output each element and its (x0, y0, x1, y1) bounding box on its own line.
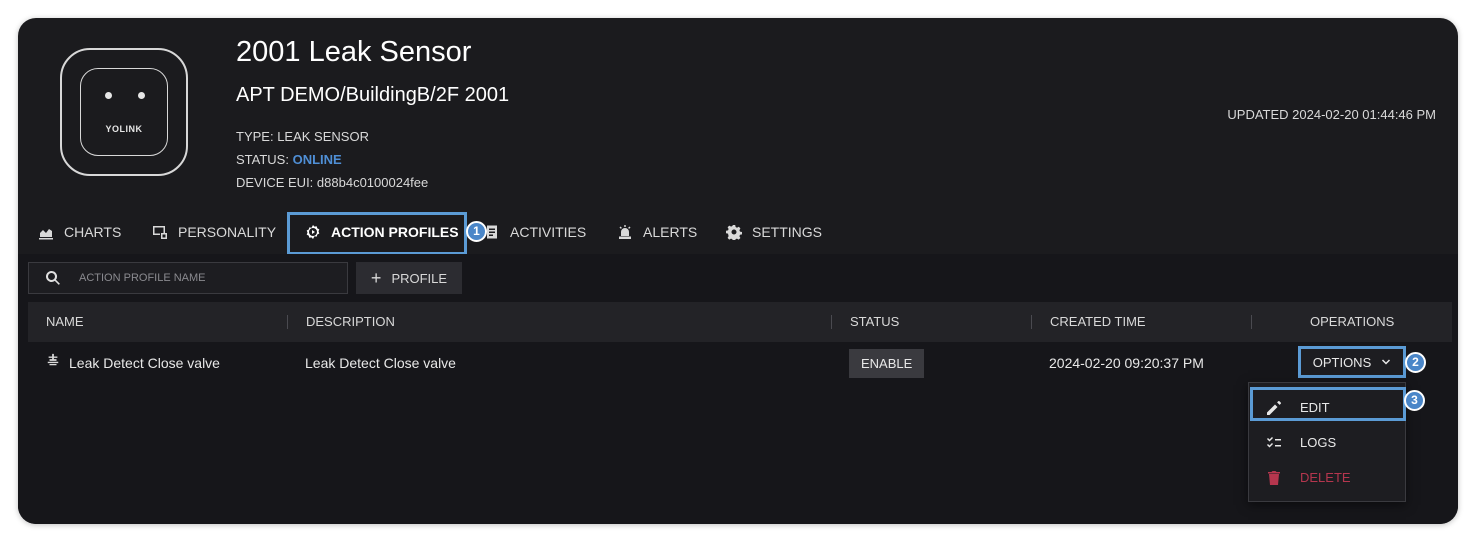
device-type-line: TYPE: LEAK SENSOR (236, 129, 369, 144)
created-time: 2024-02-20 09:20:37 PM (1049, 355, 1204, 371)
device-eui-value: d88b4c0100024fee (316, 175, 429, 190)
table-header: NAME DESCRIPTION STATUS CREATED TIME OPE… (28, 302, 1452, 342)
chevron-down-icon (1382, 359, 1391, 365)
tab-activities[interactable]: ACTIVITIES (484, 210, 586, 254)
personality-icon (153, 226, 167, 239)
add-profile-label: PROFILE (391, 270, 448, 286)
device-status-label: STATUS: (236, 152, 289, 167)
tab-personality[interactable]: PERSONALITY (152, 210, 276, 254)
search-input[interactable] (79, 272, 319, 284)
add-profile-button[interactable]: + PROFILE (356, 262, 462, 294)
action-profiles-icon (306, 225, 320, 239)
device-location: APT DEMO/BuildingB/2F 2001 (236, 84, 510, 106)
profile-name: Leak Detect Close valve (69, 355, 220, 371)
valve-icon (47, 353, 59, 366)
column-header-name[interactable]: NAME (46, 302, 84, 342)
tab-label: PERSONALITY (178, 224, 277, 240)
column-header-description[interactable]: DESCRIPTION (306, 302, 395, 342)
callout-badge-2: 2 (1405, 352, 1426, 373)
menu-item-label: EDIT (1300, 400, 1330, 415)
menu-item-label: DELETE (1300, 470, 1351, 485)
tab-label: ACTIVITIES (510, 224, 587, 240)
tab-bar: CHARTS PERSONALITY ACTION PROFILES ACTIV… (18, 210, 1458, 254)
device-status-line: STATUS: ONLINE (236, 152, 342, 167)
device-led-right (138, 92, 145, 99)
column-divider (1251, 315, 1252, 329)
menu-item-delete[interactable]: DELETE (1249, 460, 1405, 495)
updated-timestamp: UPDATED 2024-02-20 01:44:46 PM (1227, 107, 1436, 122)
tab-label: CHARTS (64, 224, 122, 240)
gear-icon (726, 225, 742, 240)
alarm-icon (619, 225, 631, 239)
content-area (18, 254, 1458, 524)
device-eui-label: DEVICE EUI: (236, 175, 314, 190)
options-menu: EDIT LOGS DELETE (1248, 382, 1406, 502)
options-dropdown-button[interactable]: OPTIONS (1300, 348, 1404, 376)
device-image: YOLINK (60, 48, 188, 176)
menu-item-logs[interactable]: LOGS (1249, 425, 1405, 460)
column-header-operations: OPERATIONS (1310, 314, 1395, 329)
checklist-icon (1267, 436, 1281, 447)
column-divider (1031, 315, 1032, 329)
device-brand-logo: YOLINK (105, 124, 143, 134)
table-row[interactable]: Leak Detect Close valve Leak Detect Clos… (28, 342, 1452, 384)
profile-description: Leak Detect Close valve (305, 355, 456, 371)
device-type-value: LEAK SENSOR (277, 129, 369, 144)
options-label: OPTIONS (1312, 354, 1372, 370)
callout-badge-3: 3 (1404, 390, 1425, 411)
device-type-label: TYPE: (236, 129, 274, 144)
column-divider (287, 315, 288, 329)
tab-settings[interactable]: SETTINGS (726, 210, 822, 254)
chart-icon (39, 229, 53, 240)
search-box[interactable] (28, 262, 348, 294)
device-body: YOLINK (80, 68, 168, 156)
device-title: 2001 Leak Sensor (236, 36, 472, 68)
tab-label: ACTION PROFILES (331, 224, 459, 240)
tab-action-profiles[interactable]: ACTION PROFILES (305, 210, 459, 254)
search-icon (46, 271, 60, 285)
status-badge[interactable]: ENABLE (849, 348, 925, 378)
pencil-icon (1267, 400, 1281, 415)
tab-label: ALERTS (643, 224, 698, 240)
column-divider (831, 315, 832, 329)
plus-icon: + (370, 268, 382, 288)
callout-badge-1: 1 (466, 221, 487, 242)
column-header-status[interactable]: STATUS (850, 302, 899, 342)
column-header-created-time[interactable]: CREATED TIME (1050, 302, 1146, 342)
tab-label: SETTINGS (752, 224, 823, 240)
trash-icon (1268, 470, 1280, 485)
profile-type-icon (46, 339, 60, 381)
device-led-left (105, 92, 112, 99)
device-eui-line: DEVICE EUI: d88b4c0100024fee (236, 175, 428, 190)
tab-charts[interactable]: CHARTS (38, 210, 121, 254)
tab-alerts[interactable]: ALERTS (617, 210, 697, 254)
menu-item-label: LOGS (1300, 435, 1337, 450)
device-panel: YOLINK 2001 Leak Sensor APT DEMO/Buildin… (18, 18, 1458, 524)
device-status-value: ONLINE (292, 152, 342, 167)
menu-item-edit[interactable]: EDIT (1249, 390, 1405, 425)
